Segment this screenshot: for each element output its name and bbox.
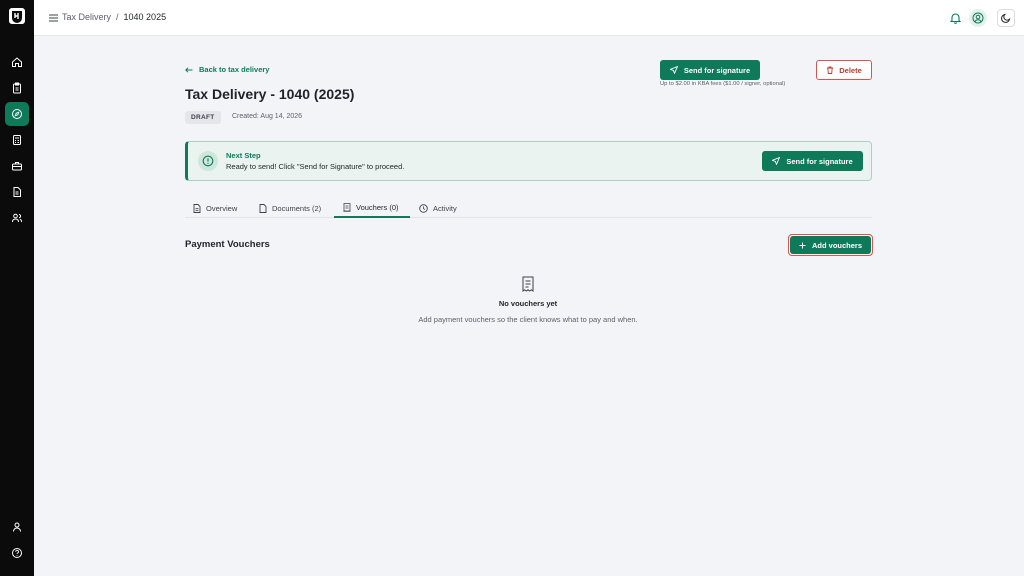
- status-badge: DRAFT: [185, 111, 221, 124]
- arrow-left-icon: [185, 66, 193, 73]
- briefcase-icon[interactable]: [5, 154, 29, 178]
- document-icon[interactable]: [5, 180, 29, 204]
- add-vouchers-focus-ring: Add vouchers: [788, 234, 873, 256]
- topbar: Tax Delivery / 1040 2025: [34, 0, 1024, 36]
- app-logo-icon[interactable]: [9, 8, 25, 24]
- tab-documents[interactable]: Documents (2): [259, 198, 321, 218]
- tab-vouchers[interactable]: Vouchers (0): [334, 198, 410, 218]
- user-icon[interactable]: [5, 515, 29, 539]
- help-icon[interactable]: [5, 541, 29, 565]
- trash-icon: [827, 66, 834, 74]
- payment-vouchers-heading: Payment Vouchers: [185, 239, 270, 250]
- home-icon[interactable]: [5, 50, 29, 74]
- breadcrumb-current: 1040 2025: [123, 12, 167, 22]
- next-step-title: Next Step: [226, 151, 261, 160]
- back-link[interactable]: Back to tax delivery: [185, 65, 269, 74]
- file-icon: [259, 203, 267, 213]
- add-vouchers-label: Add vouchers: [811, 240, 862, 250]
- document-icon: [193, 203, 201, 213]
- page-title: Tax Delivery - 1040 (2025): [185, 86, 355, 102]
- delete-button-label: Delete: [839, 65, 862, 75]
- bell-icon[interactable]: [946, 9, 964, 27]
- tab-activity[interactable]: Activity: [419, 198, 457, 218]
- breadcrumb-separator: /: [116, 12, 119, 22]
- calculator-icon[interactable]: [5, 128, 29, 152]
- tab-label: Vouchers (0): [356, 202, 399, 212]
- menu-icon[interactable]: [46, 11, 60, 25]
- clipboard-icon[interactable]: [5, 76, 29, 100]
- tab-label: Overview: [206, 203, 238, 213]
- dark-mode-icon[interactable]: [997, 9, 1015, 27]
- banner-send-for-signature-button[interactable]: Send for signature: [762, 151, 863, 171]
- send-for-signature-button[interactable]: Send for signature: [660, 60, 760, 80]
- banner-send-button-label: Send for signature: [786, 156, 853, 166]
- breadcrumb-root[interactable]: Tax Delivery: [62, 12, 111, 22]
- send-icon: [772, 157, 781, 165]
- alert-circle-icon: [198, 151, 218, 171]
- tab-label: Documents (2): [272, 203, 322, 213]
- receipt-icon: [521, 276, 535, 292]
- add-vouchers-button[interactable]: Add vouchers: [790, 236, 871, 254]
- send-button-label: Send for signature: [683, 65, 751, 75]
- send-icon: [669, 66, 678, 74]
- tab-bar: Overview Documents (2) Vouchers (0) Acti…: [185, 198, 872, 218]
- plus-icon: [799, 242, 806, 248]
- receipt-icon: [343, 202, 351, 212]
- empty-state-text: Add payment vouchers so the client knows…: [418, 315, 638, 324]
- next-step-message: Ready to send! Click "Send for Signature…: [226, 162, 405, 171]
- tab-label: Activity: [433, 203, 457, 213]
- tab-overview[interactable]: Overview: [193, 198, 237, 218]
- empty-state-title: No vouchers yet: [498, 299, 558, 308]
- sidebar: [0, 0, 34, 576]
- profile-icon[interactable]: [969, 9, 987, 27]
- kba-fee-note: Up to $2.00 in KBA fees ($1.00 / signer,…: [660, 81, 786, 87]
- created-date: Created: Aug 14, 2026: [232, 113, 303, 120]
- clock-icon: [419, 203, 428, 213]
- breadcrumb: Tax Delivery / 1040 2025: [62, 12, 166, 22]
- compass-icon[interactable]: [5, 102, 29, 126]
- users-icon[interactable]: [5, 206, 29, 230]
- back-link-label: Back to tax delivery: [199, 65, 270, 74]
- delete-button[interactable]: Delete: [816, 60, 872, 80]
- next-step-banner: Next Step Ready to send! Click "Send for…: [185, 141, 872, 181]
